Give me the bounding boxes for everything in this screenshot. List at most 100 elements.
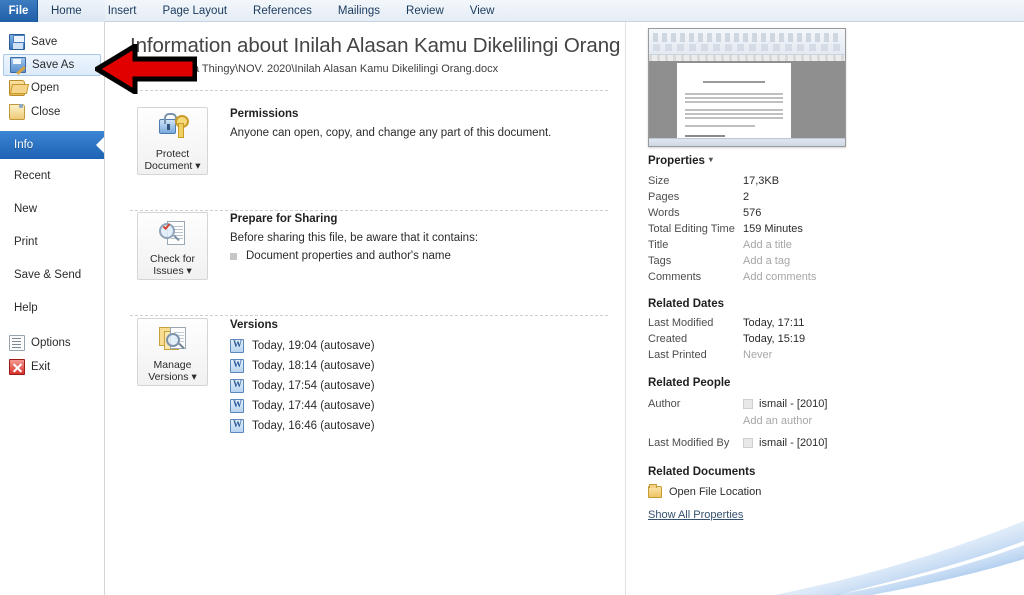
properties-heading[interactable]: Properties ▾ bbox=[648, 155, 713, 167]
sidebar-item-open[interactable]: Open bbox=[0, 76, 104, 100]
last-modified-by-name: ismail - [2010] bbox=[759, 437, 828, 449]
table-row: Total Editing Time 159 Minutes bbox=[648, 223, 988, 239]
options-icon bbox=[9, 335, 25, 351]
pane-vertical-divider bbox=[625, 22, 626, 595]
sidebar-item-exit[interactable]: Exit bbox=[0, 355, 104, 379]
document-preview-thumbnail[interactable] bbox=[648, 28, 846, 147]
check-for-issues-button[interactable]: Check for Issues ▾ bbox=[137, 212, 208, 280]
last-modified-by-value[interactable]: ismail - [2010] bbox=[743, 437, 827, 449]
close-folder-icon bbox=[9, 104, 25, 120]
property-value-title-input[interactable]: Add a title bbox=[743, 239, 792, 251]
save-as-icon bbox=[10, 57, 26, 73]
property-key: Tags bbox=[648, 255, 672, 267]
property-key: Comments bbox=[648, 271, 702, 283]
property-key: Pages bbox=[648, 191, 680, 203]
last-modified-by-key: Last Modified By bbox=[648, 437, 730, 449]
page-title: Information about Inilah Alasan Kamu Dik… bbox=[130, 34, 621, 57]
tab-review-label: Review bbox=[406, 5, 444, 17]
tab-page-layout[interactable]: Page Layout bbox=[149, 0, 240, 22]
list-item[interactable]: Today, 17:44 (autosave) bbox=[230, 396, 375, 416]
word-backstage-window: File Home Insert Page Layout References … bbox=[0, 0, 1024, 595]
add-author-row: Add an author bbox=[648, 415, 988, 431]
property-key: Total Editing Time bbox=[648, 223, 735, 235]
property-key: Last Printed bbox=[648, 349, 707, 361]
ribbon-tabs: File Home Insert Page Layout References … bbox=[0, 0, 507, 22]
version-label: Today, 17:54 (autosave) bbox=[252, 380, 375, 392]
property-key: Title bbox=[648, 239, 669, 251]
manage-versions-button[interactable]: Manage Versions ▾ bbox=[137, 318, 208, 386]
tab-insert[interactable]: Insert bbox=[95, 0, 150, 22]
prepare-for-sharing-bullet: Document properties and author's name bbox=[230, 248, 478, 264]
tab-mailings-label: Mailings bbox=[337, 5, 381, 17]
exit-icon bbox=[9, 359, 25, 375]
check-for-issues-label-line2: Issues bbox=[153, 265, 184, 277]
sidebar-item-print[interactable]: Print bbox=[0, 225, 104, 258]
document-magnifier-icon bbox=[158, 219, 188, 249]
sidebar-item-help[interactable]: Help bbox=[0, 291, 104, 324]
tab-home[interactable]: Home bbox=[38, 0, 95, 22]
prepare-for-sharing-body: Before sharing this file, be aware that … bbox=[230, 230, 478, 264]
sidebar-item-save-and-send[interactable]: Save & Send bbox=[0, 258, 104, 291]
prepare-for-sharing-separator bbox=[130, 315, 608, 316]
list-item[interactable]: Today, 19:04 (autosave) bbox=[230, 336, 375, 356]
table-row: Title Add a title bbox=[648, 239, 988, 255]
manage-versions-label-line2: Versions bbox=[148, 371, 189, 383]
bullet-square-icon bbox=[230, 252, 237, 260]
tab-insert-label: Insert bbox=[107, 5, 137, 17]
property-key: Words bbox=[648, 207, 680, 219]
thumbnail-page bbox=[677, 63, 791, 146]
list-item[interactable]: Today, 17:54 (autosave) bbox=[230, 376, 375, 396]
tab-view[interactable]: View bbox=[457, 0, 508, 22]
tab-review[interactable]: Review bbox=[393, 0, 457, 22]
tab-page-layout-label: Page Layout bbox=[162, 5, 228, 17]
folder-icon bbox=[648, 484, 662, 498]
tab-references[interactable]: References bbox=[240, 0, 325, 22]
sidebar-item-options[interactable]: Options bbox=[0, 331, 104, 355]
prepare-for-sharing-bullet-text: Document properties and author's name bbox=[246, 250, 451, 262]
table-row: Author ismail - [2010] bbox=[648, 398, 988, 414]
table-row: Comments Add comments bbox=[648, 271, 988, 287]
thumbnail-canvas bbox=[649, 61, 845, 146]
versions-list: Today, 19:04 (autosave) Today, 18:14 (au… bbox=[230, 336, 375, 436]
stacked-documents-magnifier-icon bbox=[158, 325, 188, 355]
show-all-properties-link[interactable]: Show All Properties bbox=[648, 509, 743, 521]
tab-file[interactable]: File bbox=[0, 0, 38, 22]
property-value: 2 bbox=[743, 191, 750, 203]
add-author-input[interactable]: Add an author bbox=[743, 415, 812, 427]
related-dates-heading-label: Related Dates bbox=[648, 298, 725, 310]
author-key: Author bbox=[648, 398, 681, 410]
sidebar-item-save-and-send-label: Save & Send bbox=[14, 268, 82, 281]
properties-pane: Properties ▾ Size 17,3KB Pages 2 Words 57… bbox=[643, 22, 1024, 595]
property-value-comments-input[interactable]: Add comments bbox=[743, 271, 816, 283]
tab-mailings[interactable]: Mailings bbox=[325, 0, 393, 22]
sidebar-divider-2 bbox=[0, 324, 104, 331]
sidebar-item-save[interactable]: Save bbox=[0, 30, 104, 54]
sidebar-item-info[interactable]: Info bbox=[0, 131, 104, 159]
related-people-heading: Related People bbox=[648, 377, 730, 389]
related-documents-heading: Related Documents bbox=[648, 466, 755, 478]
property-value: 17,3KB bbox=[743, 175, 780, 187]
check-for-issues-label-line1: Check for bbox=[150, 253, 195, 265]
property-key: Size bbox=[648, 175, 670, 187]
author-value[interactable]: ismail - [2010] bbox=[743, 398, 827, 410]
word-document-icon bbox=[230, 359, 244, 373]
property-value-tags-input[interactable]: Add a tag bbox=[743, 255, 790, 267]
word-document-icon bbox=[230, 379, 244, 393]
ribbon-tab-strip: File Home Insert Page Layout References … bbox=[0, 0, 1024, 22]
tab-references-label: References bbox=[253, 5, 312, 17]
properties-heading-label: Properties bbox=[648, 155, 705, 167]
version-label: Today, 17:44 (autosave) bbox=[252, 400, 375, 412]
list-item[interactable]: Today, 18:14 (autosave) bbox=[230, 356, 375, 376]
thumbnail-status-bar bbox=[649, 138, 845, 146]
manage-versions-label-line1: Manage bbox=[153, 359, 192, 371]
sidebar-item-recent[interactable]: Recent bbox=[0, 159, 104, 192]
save-icon bbox=[9, 34, 25, 50]
list-item[interactable]: Today, 16:46 (autosave) bbox=[230, 416, 375, 436]
sidebar-item-save-as[interactable]: Save As bbox=[3, 54, 101, 76]
property-value: Never bbox=[743, 349, 773, 361]
open-file-location-link[interactable]: Open File Location bbox=[648, 484, 761, 498]
chevron-down-icon-2: ▾ bbox=[183, 265, 192, 277]
sidebar-item-new[interactable]: New bbox=[0, 192, 104, 225]
sidebar-item-close[interactable]: Close bbox=[0, 100, 104, 124]
protect-document-button[interactable]: Protect Document ▾ bbox=[137, 107, 208, 175]
